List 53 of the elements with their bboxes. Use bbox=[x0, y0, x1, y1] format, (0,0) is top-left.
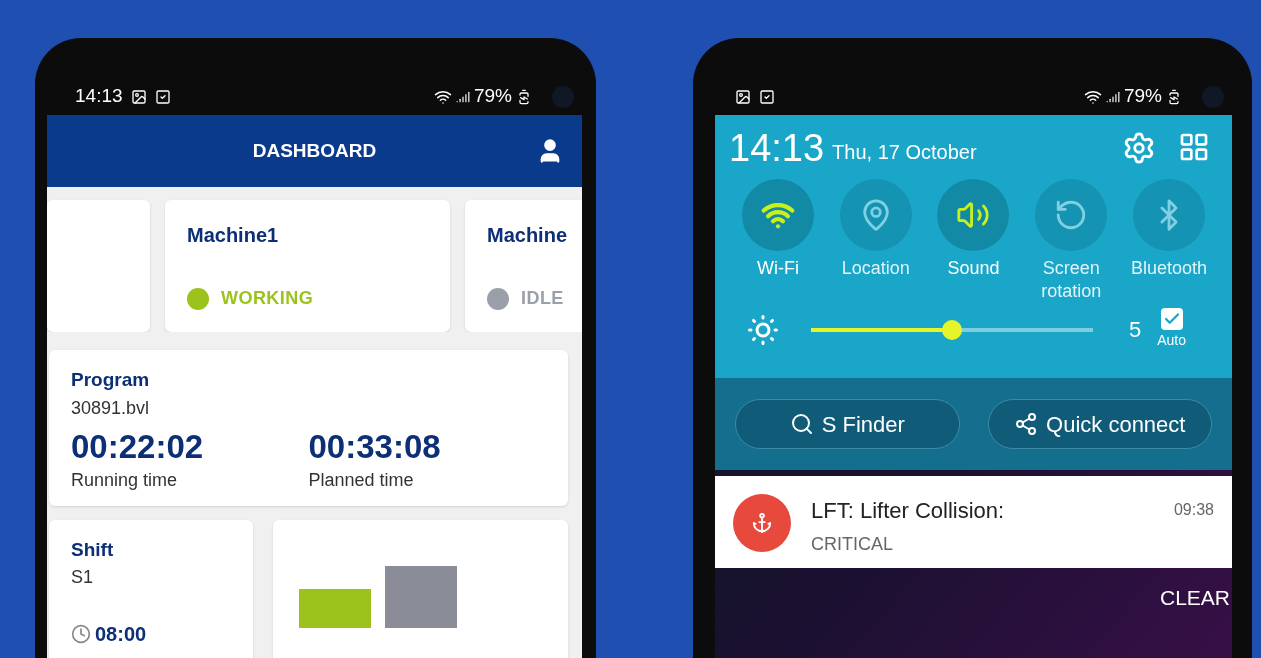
clock-icon bbox=[71, 624, 91, 645]
battery-percentage: 79% bbox=[473, 84, 512, 109]
panel-button[interactable]: S Finder bbox=[735, 399, 960, 449]
cell-signal-icon bbox=[455, 89, 470, 104]
shift-label: Shift bbox=[71, 537, 114, 562]
alert-app-icon bbox=[733, 494, 791, 552]
machine-name: Machine bbox=[487, 223, 569, 248]
panel-date: Thu, 17 October bbox=[832, 140, 977, 165]
toggle-label: Wi-Fi bbox=[756, 257, 799, 280]
image-icon bbox=[130, 88, 147, 105]
machine-status: IDLE bbox=[521, 287, 564, 310]
checkbox-icon bbox=[759, 88, 775, 105]
program-label: Program bbox=[71, 368, 150, 392]
panel-time: 14:13 bbox=[729, 129, 825, 167]
clear-button[interactable]: CLEAR bbox=[1157, 582, 1232, 614]
toggle-label: Screen rotation bbox=[1040, 257, 1103, 302]
brightness-value: 5 bbox=[1129, 316, 1142, 344]
toggle-label: Sound bbox=[947, 257, 1000, 280]
settings-icon[interactable] bbox=[1122, 131, 1156, 165]
machine-card[interactable]: Machine1 WORKING bbox=[165, 200, 450, 332]
app-title: DASHBOARD bbox=[252, 138, 377, 163]
shift-value: S1 bbox=[71, 566, 94, 590]
battery-icon bbox=[516, 88, 532, 105]
toggle-label: Location bbox=[841, 257, 910, 280]
shift-start: 08:00 bbox=[95, 622, 147, 648]
notification-card[interactable]: LFT: Lifter Collision: CRITICAL 09:38 bbox=[715, 476, 1232, 568]
search-icon bbox=[789, 412, 814, 436]
timer-label: Planned time bbox=[308, 468, 414, 492]
machine-card[interactable]: Machine IDLE bbox=[465, 200, 582, 332]
program-file: 30891.bvl bbox=[71, 396, 150, 420]
front-camera-icon bbox=[1202, 85, 1224, 108]
slider-thumb[interactable] bbox=[942, 319, 962, 340]
cell-signal-icon bbox=[1105, 89, 1120, 104]
front-camera-icon bbox=[552, 85, 574, 108]
checkbox-icon bbox=[154, 88, 171, 105]
notification-title: LFT: Lifter Collision: bbox=[811, 497, 1006, 525]
timer-label: Running time bbox=[71, 468, 178, 492]
auto-checkbox[interactable] bbox=[1160, 308, 1183, 330]
image-icon bbox=[735, 88, 751, 105]
machine-name: Machine1 bbox=[187, 223, 280, 248]
toggle-label: Bluetooth bbox=[1131, 257, 1208, 280]
notification-time: 09:38 bbox=[1173, 500, 1214, 520]
machine-status: WORKING bbox=[221, 287, 314, 310]
panel-button[interactable]: Quick connect bbox=[987, 399, 1212, 449]
grid-icon[interactable] bbox=[1178, 131, 1210, 163]
status-time: 14:13 bbox=[75, 84, 123, 109]
timer-value: 00:22:02 bbox=[71, 426, 204, 467]
battery-icon bbox=[1166, 88, 1182, 105]
battery-percentage: 79% bbox=[1123, 84, 1162, 109]
network-nodes-icon bbox=[1014, 412, 1039, 436]
timer-value: 00:33:08 bbox=[308, 426, 441, 467]
notification-subtitle: CRITICAL bbox=[811, 533, 894, 556]
auto-label: Auto bbox=[1157, 331, 1187, 350]
